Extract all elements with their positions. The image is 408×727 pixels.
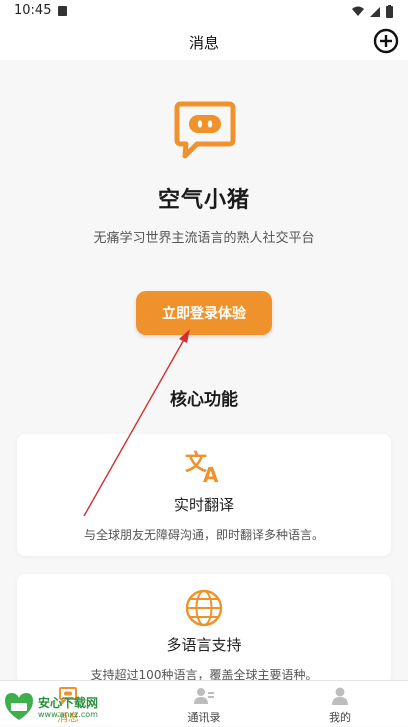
nav-item-contacts[interactable]: 通讯录: [136, 681, 272, 726]
nav-item-me[interactable]: 我的: [272, 681, 408, 726]
status-bar: 10:45: [0, 0, 408, 24]
add-button[interactable]: [372, 27, 400, 55]
watermark: 安心下载网 www.anxz.com: [2, 689, 106, 723]
page-title: 消息: [188, 34, 219, 52]
app-name: 空气小猪: [157, 188, 250, 213]
app-tagline: 无痛学习世界主流语言的熟人社交平台: [93, 231, 315, 246]
globe-icon: [184, 588, 224, 628]
feature-title: 实时翻译: [173, 496, 234, 514]
app-bar: 消息: [0, 24, 408, 60]
person-icon: [330, 686, 350, 706]
feature-card-translation: 文 A 实时翻译 与全球朋友无障碍沟通，即时翻译多种语言。: [17, 434, 391, 556]
feature-title: 多语言支持: [166, 636, 242, 654]
signal-wifi-battery-icon: [352, 5, 393, 18]
feature-card-multilang: 多语言支持 支持超过100种语言，覆盖全球主要语种。: [17, 574, 391, 684]
status-time: 10:45: [14, 3, 52, 18]
nav-label: 我的: [329, 711, 351, 724]
status-icons: [350, 4, 396, 23]
svg-text:A: A: [203, 463, 219, 486]
feature-desc: 与全球朋友无障碍沟通，即时翻译多种语言。: [83, 528, 324, 542]
plus-circle-icon: [373, 28, 399, 54]
translate-icon: 文 A: [184, 446, 224, 487]
app-logo-icon: [173, 100, 237, 162]
watermark-logo-icon: [5, 693, 33, 720]
notification-icon: [58, 6, 67, 16]
watermark-url: www.anxz.com: [38, 710, 98, 719]
login-button[interactable]: 立即登录体验: [136, 291, 272, 335]
contacts-icon: [194, 686, 214, 706]
watermark-text: 安心下载网: [38, 696, 99, 710]
section-title: 核心功能: [170, 390, 238, 410]
nav-label: 通讯录: [187, 711, 221, 724]
